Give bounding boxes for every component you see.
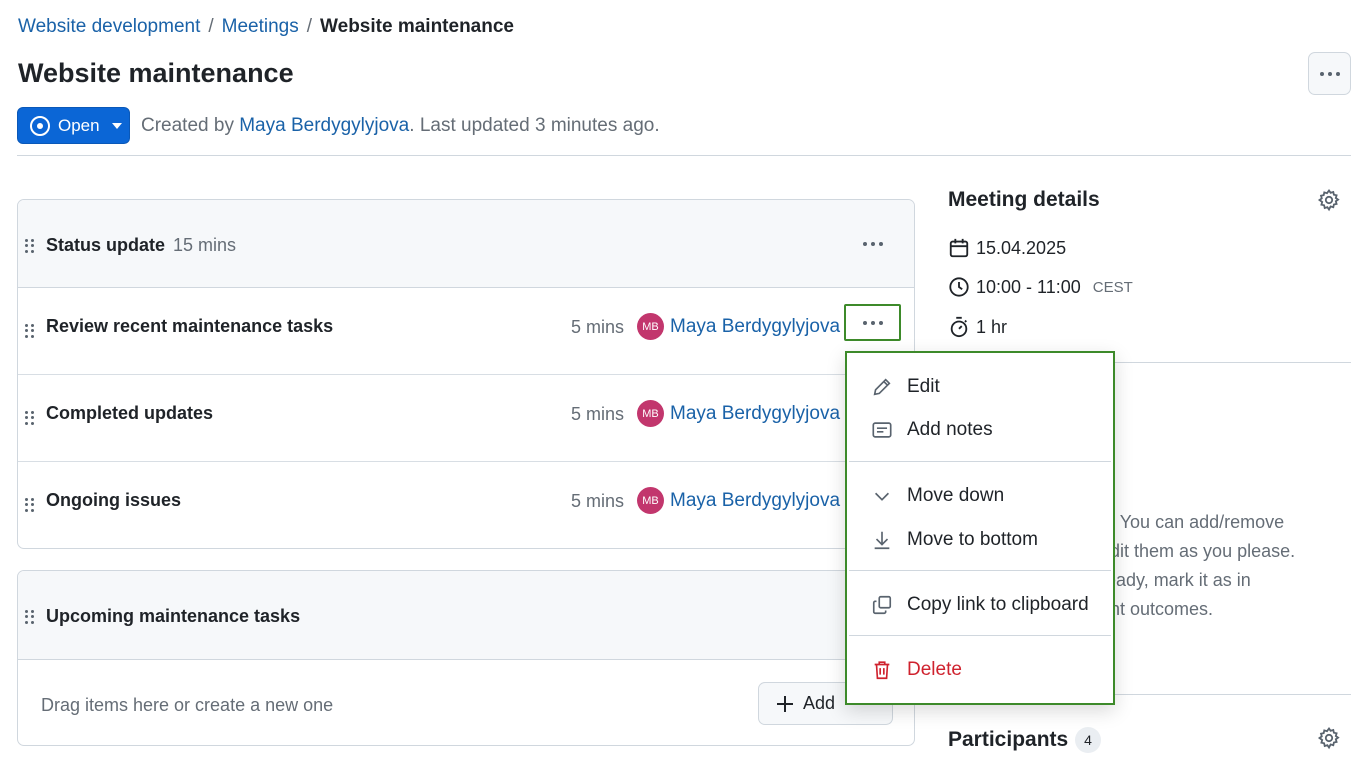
agenda-item-action-menu: Edit Add notes Move down Move to bottom … bbox=[845, 351, 1115, 705]
section-empty-state: Drag items here or create a new one Add bbox=[18, 660, 914, 745]
stopwatch-icon bbox=[950, 316, 968, 338]
calendar-icon bbox=[949, 238, 969, 258]
copy-icon bbox=[872, 595, 892, 615]
agenda-section-status-update: Status update 15 mins Review recent maint… bbox=[17, 199, 915, 549]
agenda-item-owner[interactable]: Maya Berdygylyjova bbox=[670, 490, 840, 512]
more-icon bbox=[1319, 71, 1340, 76]
meeting-details-settings-button[interactable] bbox=[1317, 188, 1341, 217]
sidebar-help-text: n. You can add/remove edit them as you p… bbox=[1100, 508, 1360, 624]
issue-open-icon bbox=[30, 115, 50, 136]
meeting-time-row: 10:00 - 11:00 CEST bbox=[948, 276, 1133, 298]
drag-handle-icon[interactable] bbox=[25, 411, 35, 425]
agenda-item-duration: 5 mins bbox=[571, 317, 625, 337]
menu-divider bbox=[849, 570, 1111, 571]
avatar: MB bbox=[637, 313, 664, 340]
menu-item-label: Delete bbox=[907, 659, 962, 680]
meta-prefix: Created by bbox=[141, 115, 240, 136]
menu-item-add-notes[interactable]: Add notes bbox=[847, 410, 1113, 450]
menu-item-move-down[interactable]: Move down bbox=[847, 476, 1113, 516]
trash-icon bbox=[874, 661, 890, 680]
participants-count-badge: 4 bbox=[1075, 727, 1101, 753]
drag-handle-icon[interactable] bbox=[25, 498, 35, 512]
participants-title: Participants bbox=[948, 728, 1069, 751]
status-label: Open bbox=[58, 115, 100, 135]
empty-state-text: Drag items here or create a new one bbox=[41, 695, 334, 715]
section-duration: 15 mins bbox=[173, 235, 237, 255]
gear-icon bbox=[1317, 188, 1340, 212]
agenda-item-more-button[interactable] bbox=[844, 304, 901, 341]
breadcrumb-separator: / bbox=[306, 16, 313, 37]
participants-settings-button[interactable] bbox=[1317, 726, 1341, 755]
avatar: MB bbox=[637, 487, 664, 514]
note-icon bbox=[872, 422, 892, 438]
meeting-date: 15.04.2025 bbox=[976, 237, 1067, 258]
drag-handle-icon[interactable] bbox=[25, 324, 35, 338]
menu-divider bbox=[849, 461, 1111, 462]
gear-icon bbox=[1317, 726, 1340, 750]
help-text-line: ready, mark it as in bbox=[1100, 570, 1251, 590]
agenda-section-upcoming-maintenance: Upcoming maintenance tasks Drag items he… bbox=[17, 570, 915, 746]
breadcrumb-link-meetings[interactable]: Meetings bbox=[222, 16, 299, 38]
agenda-item-owner[interactable]: Maya Berdygylyjova bbox=[670, 316, 840, 338]
more-icon bbox=[862, 320, 883, 325]
avatar: MB bbox=[637, 400, 664, 427]
menu-divider bbox=[849, 635, 1111, 636]
breadcrumb-separator: / bbox=[208, 16, 214, 37]
clock-icon bbox=[949, 277, 969, 297]
breadcrumb-current: Website maintenance bbox=[320, 16, 514, 37]
page-more-button[interactable] bbox=[1308, 52, 1351, 95]
menu-item-label: Add notes bbox=[907, 419, 993, 440]
help-text-line: ent outcomes. bbox=[1100, 599, 1214, 619]
status-dropdown-button[interactable]: Open bbox=[17, 107, 130, 144]
divider bbox=[17, 155, 1351, 156]
caret-down-icon bbox=[111, 122, 122, 129]
menu-item-edit[interactable]: Edit bbox=[847, 367, 1113, 407]
agenda-item: Completed updates 5 mins MB Maya Berdygy… bbox=[18, 375, 914, 462]
meeting-details-title: Meeting details bbox=[948, 188, 1100, 211]
agenda-item-duration: 5 mins bbox=[571, 491, 625, 511]
move-to-bottom-icon bbox=[874, 531, 890, 550]
section-more-button[interactable] bbox=[856, 229, 890, 259]
more-icon bbox=[863, 242, 883, 246]
drag-handle-icon[interactable] bbox=[25, 239, 35, 253]
section-title-text: Status update bbox=[46, 235, 166, 255]
meeting-duration: 1 hr bbox=[976, 316, 1008, 337]
drag-handle-icon[interactable] bbox=[25, 610, 35, 624]
meta-suffix: . Last updated 3 minutes ago. bbox=[409, 115, 660, 136]
agenda-item-title[interactable]: Ongoing issues bbox=[46, 490, 181, 511]
help-text-line: n. You can add/remove bbox=[1100, 512, 1285, 532]
section-header: Upcoming maintenance tasks bbox=[18, 571, 914, 660]
add-button-label: Add bbox=[803, 693, 836, 713]
menu-item-label: Move to bottom bbox=[907, 529, 1038, 550]
agenda-item-duration: 5 mins bbox=[571, 404, 625, 424]
meeting-time: 10:00 - 11:00 bbox=[976, 276, 1081, 297]
meeting-date-row: 15.04.2025 bbox=[948, 237, 1066, 259]
plus-icon bbox=[777, 695, 793, 712]
agenda-item: Review recent maintenance tasks 5 mins M… bbox=[18, 288, 914, 375]
meeting-meta: Created by Maya Berdygylyjova. Last upda… bbox=[141, 115, 660, 137]
agenda-item-title[interactable]: Completed updates bbox=[46, 403, 213, 424]
agenda-item-title[interactable]: Review recent maintenance tasks bbox=[46, 316, 333, 337]
menu-item-copy-link[interactable]: Copy link to clipboard bbox=[847, 585, 1113, 625]
menu-item-delete[interactable]: Delete bbox=[847, 650, 1113, 690]
breadcrumb: Website development / Meetings / Website… bbox=[18, 16, 514, 38]
author-link[interactable]: Maya Berdygylyjova bbox=[239, 115, 409, 136]
help-text-line: edit them as you please. bbox=[1100, 541, 1296, 561]
agenda-item: Ongoing issues 5 mins MB Maya Berdygylyj… bbox=[18, 462, 914, 548]
page-title: Website maintenance bbox=[18, 58, 294, 88]
pencil-icon bbox=[873, 378, 891, 396]
breadcrumb-link-website-development[interactable]: Website development bbox=[18, 16, 200, 38]
section-title: Status update 15 mins bbox=[46, 235, 236, 256]
menu-item-label: Edit bbox=[907, 376, 940, 397]
meeting-duration-row: 1 hr bbox=[948, 316, 1007, 338]
agenda-item-owner[interactable]: Maya Berdygylyjova bbox=[670, 403, 840, 425]
menu-item-label: Move down bbox=[907, 485, 1005, 506]
meeting-timezone: CEST bbox=[1092, 278, 1133, 296]
menu-item-label: Copy link to clipboard bbox=[907, 594, 1089, 615]
menu-item-move-to-bottom[interactable]: Move to bottom bbox=[847, 520, 1113, 560]
section-title: Upcoming maintenance tasks bbox=[46, 606, 301, 626]
section-header: Status update 15 mins bbox=[18, 200, 914, 288]
chevron-down-icon bbox=[874, 492, 890, 501]
